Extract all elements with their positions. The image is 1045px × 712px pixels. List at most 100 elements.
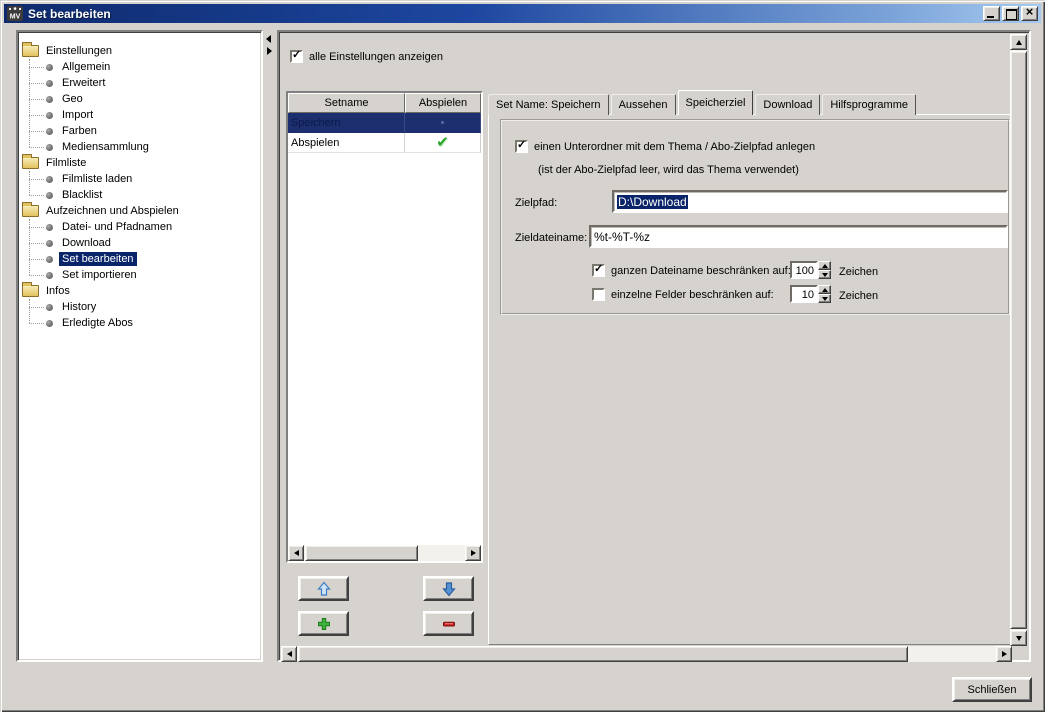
zielpfad-label: Zielpfad:	[515, 197, 557, 209]
scroll-right-icon[interactable]	[465, 545, 481, 561]
schliessen-button[interactable]: Schließen	[952, 677, 1032, 702]
settings-tree: Einstellungen Allgemein Erweitert Geo Im…	[16, 30, 263, 662]
tree-item-aufzeichnen[interactable]: Aufzeichnen und Abspielen	[18, 203, 261, 219]
tree-item-label: Geo	[59, 92, 86, 106]
tree-item-filmliste[interactable]: Filmliste	[18, 155, 261, 171]
tree-item-label: Set bearbeiten	[59, 252, 137, 266]
scroll-down-icon[interactable]	[1010, 630, 1027, 646]
limit-fields-checkbox[interactable]	[592, 288, 605, 301]
show-all-settings-row: alle Einstellungen anzeigen	[290, 50, 443, 63]
tree-item-history[interactable]: History	[18, 299, 261, 315]
minimize-icon[interactable]	[983, 6, 1000, 21]
spin-up-icon[interactable]	[818, 261, 831, 270]
tree-item-farben[interactable]: Farben	[18, 123, 261, 139]
limit-total-spinner[interactable]: 100	[790, 261, 831, 279]
tree-item-geo[interactable]: Geo	[18, 91, 261, 107]
tree-item-download[interactable]: Download	[18, 235, 261, 251]
tree-item-label: Filmliste laden	[59, 172, 135, 186]
tree-item-label: Blacklist	[59, 188, 105, 202]
cell-setname: Speichern	[288, 113, 405, 133]
scrollbar-thumb[interactable]	[1010, 51, 1027, 629]
subfolder-hint: (ist der Abo-Zielpfad leer, wird das The…	[538, 164, 799, 176]
bullet-icon	[46, 80, 53, 87]
spin-down-icon[interactable]	[818, 270, 831, 279]
scrollbar-thumb[interactable]	[298, 646, 908, 662]
bullet-icon	[46, 144, 53, 151]
table-row-abspielen[interactable]: Abspielen ✔	[288, 133, 481, 153]
subfolder-label: einen Unterordner mit dem Thema / Abo-Zi…	[534, 141, 815, 153]
zieldateiname-label: Zieldateiname:	[515, 232, 587, 244]
folder-icon	[22, 285, 39, 297]
tree-item-label: Set importieren	[59, 268, 140, 282]
tree-item-label: Infos	[43, 284, 73, 298]
subfolder-checkbox[interactable]	[515, 140, 528, 153]
add-set-button[interactable]	[298, 611, 349, 636]
limit-total-value[interactable]: 100	[790, 261, 818, 279]
spin-up-icon[interactable]	[818, 285, 831, 294]
tree-item-label: Erweitert	[59, 76, 108, 90]
tree-item-set-importieren[interactable]: Set importieren	[18, 267, 261, 283]
titlebar[interactable]: MV Set bearbeiten	[4, 4, 1041, 23]
tree-item-einstellungen[interactable]: Einstellungen	[18, 43, 261, 59]
zielpfad-input[interactable]: D:\Download	[612, 190, 1008, 213]
limit-total-checkbox[interactable]	[592, 264, 605, 277]
split-divider[interactable]	[264, 30, 277, 662]
horizontal-scrollbar[interactable]	[281, 646, 1012, 662]
bullet-icon	[46, 304, 53, 311]
tree-item-label: History	[59, 300, 99, 314]
scroll-left-icon[interactable]	[288, 545, 304, 561]
limit-fields-spinner[interactable]: 10	[790, 285, 831, 303]
show-all-settings-checkbox[interactable]	[290, 50, 303, 63]
tab-aussehen[interactable]: Aussehen	[611, 94, 676, 115]
move-up-button[interactable]	[298, 576, 349, 601]
collapse-left-icon[interactable]	[266, 35, 271, 43]
tree-item-import[interactable]: Import	[18, 107, 261, 123]
spin-down-icon[interactable]	[818, 294, 831, 303]
tree-item-infos[interactable]: Infos	[18, 283, 261, 299]
table-row-speichern[interactable]: Speichern	[288, 113, 481, 133]
table-horizontal-scrollbar[interactable]	[288, 545, 481, 561]
tab-hilfsprogramme[interactable]: Hilfsprogramme	[822, 94, 916, 115]
collapse-right-icon[interactable]	[267, 47, 272, 55]
play-check-icon: ✔	[436, 135, 449, 150]
limit-fields-label: einzelne Felder beschränken auf:	[611, 289, 774, 301]
subfolder-row: einen Unterordner mit dem Thema / Abo-Zi…	[515, 140, 815, 153]
bullet-icon	[46, 176, 53, 183]
move-down-button[interactable]	[423, 576, 474, 601]
tree-item-blacklist[interactable]: Blacklist	[18, 187, 261, 203]
remove-set-button[interactable]	[423, 611, 474, 636]
scroll-left-icon[interactable]	[281, 646, 297, 662]
tree-item-erledigte-abos[interactable]: Erledigte Abos	[18, 315, 261, 331]
close-icon[interactable]	[1021, 6, 1038, 21]
maximize-icon[interactable]	[1002, 6, 1019, 21]
scroll-right-icon[interactable]	[996, 646, 1012, 662]
column-header-setname[interactable]: Setname	[288, 93, 405, 113]
set-table-header: Setname Abspielen	[288, 93, 481, 113]
app-icon: MV	[7, 6, 23, 21]
bullet-icon	[46, 256, 53, 263]
tab-download[interactable]: Download	[755, 94, 820, 115]
bullet-icon	[46, 64, 53, 71]
cell-setname: Abspielen	[288, 133, 405, 153]
tree-item-allgemein[interactable]: Allgemein	[18, 59, 261, 75]
limit-fields-unit: Zeichen	[839, 290, 878, 302]
bullet-icon	[46, 272, 53, 279]
tab-speicherziel[interactable]: Speicherziel	[678, 90, 754, 115]
tab-set-name[interactable]: Set Name: Speichern	[488, 94, 609, 115]
scrollbar-thumb[interactable]	[305, 545, 418, 561]
zieldateiname-input[interactable]: %t-%T-%z	[589, 225, 1008, 248]
tree-item-datei-pfadnamen[interactable]: Datei- und Pfadnamen	[18, 219, 261, 235]
set-tabs: Set Name: Speichern Aussehen Speicherzie…	[488, 90, 918, 115]
tree-item-set-bearbeiten[interactable]: Set bearbeiten	[18, 251, 261, 267]
tree-item-label: Erledigte Abos	[59, 316, 136, 330]
limit-fields-value[interactable]: 10	[790, 285, 818, 303]
tree-item-filmliste-laden[interactable]: Filmliste laden	[18, 171, 261, 187]
content-panel: alle Einstellungen anzeigen Setname Absp…	[277, 30, 1031, 662]
tree-item-label: Aufzeichnen und Abspielen	[43, 204, 182, 218]
vertical-scrollbar[interactable]	[1010, 34, 1027, 646]
column-header-abspielen[interactable]: Abspielen	[405, 93, 481, 113]
scroll-up-icon[interactable]	[1010, 34, 1027, 50]
tree-item-label: Import	[59, 108, 96, 122]
tree-item-mediensammlung[interactable]: Mediensammlung	[18, 139, 261, 155]
tree-item-erweitert[interactable]: Erweitert	[18, 75, 261, 91]
